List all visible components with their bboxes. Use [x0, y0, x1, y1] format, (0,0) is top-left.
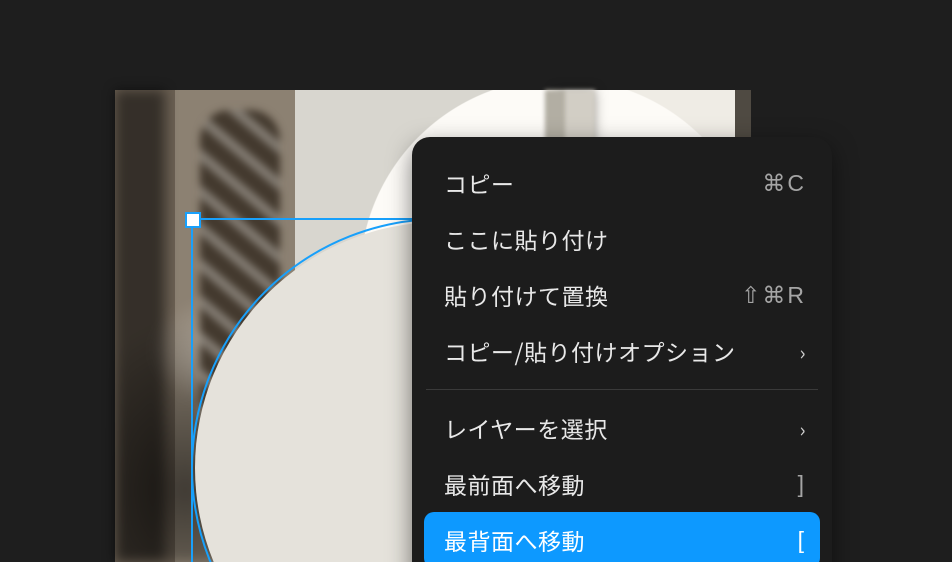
menu-shortcut: [: [798, 527, 806, 554]
menu-item-copy-paste-options[interactable]: コピー/貼り付けオプション ›: [412, 323, 832, 379]
chevron-right-icon: ›: [799, 337, 806, 366]
menu-shortcut: ⌘C: [762, 170, 806, 197]
menu-label: 貼り付けて置換: [444, 278, 609, 312]
menu-item-send-to-back[interactable]: 最背面へ移動 [: [424, 512, 820, 562]
menu-item-select-layer[interactable]: レイヤーを選択 ›: [412, 400, 832, 456]
menu-label: 最背面へ移動: [444, 523, 585, 557]
chevron-right-icon: ›: [799, 414, 806, 443]
menu-label: コピー/貼り付けオプション: [444, 334, 736, 368]
menu-shortcut: ⇧⌘R: [741, 282, 806, 309]
selection-handle-nw[interactable]: [185, 212, 201, 228]
menu-divider: [426, 389, 818, 390]
menu-label: 最前面へ移動: [444, 467, 585, 501]
menu-label: コピー: [444, 166, 515, 200]
menu-item-paste-here[interactable]: ここに貼り付け: [412, 211, 832, 267]
menu-label: ここに貼り付け: [444, 222, 609, 256]
context-menu: コピー ⌘C ここに貼り付け 貼り付けて置換 ⇧⌘R コピー/貼り付けオプション…: [412, 137, 832, 562]
menu-shortcut: ]: [798, 471, 806, 498]
menu-label: レイヤーを選択: [444, 411, 608, 445]
menu-item-bring-to-front[interactable]: 最前面へ移動 ]: [412, 456, 832, 512]
menu-item-paste-replace[interactable]: 貼り付けて置換 ⇧⌘R: [412, 267, 832, 323]
menu-item-copy[interactable]: コピー ⌘C: [412, 155, 832, 211]
